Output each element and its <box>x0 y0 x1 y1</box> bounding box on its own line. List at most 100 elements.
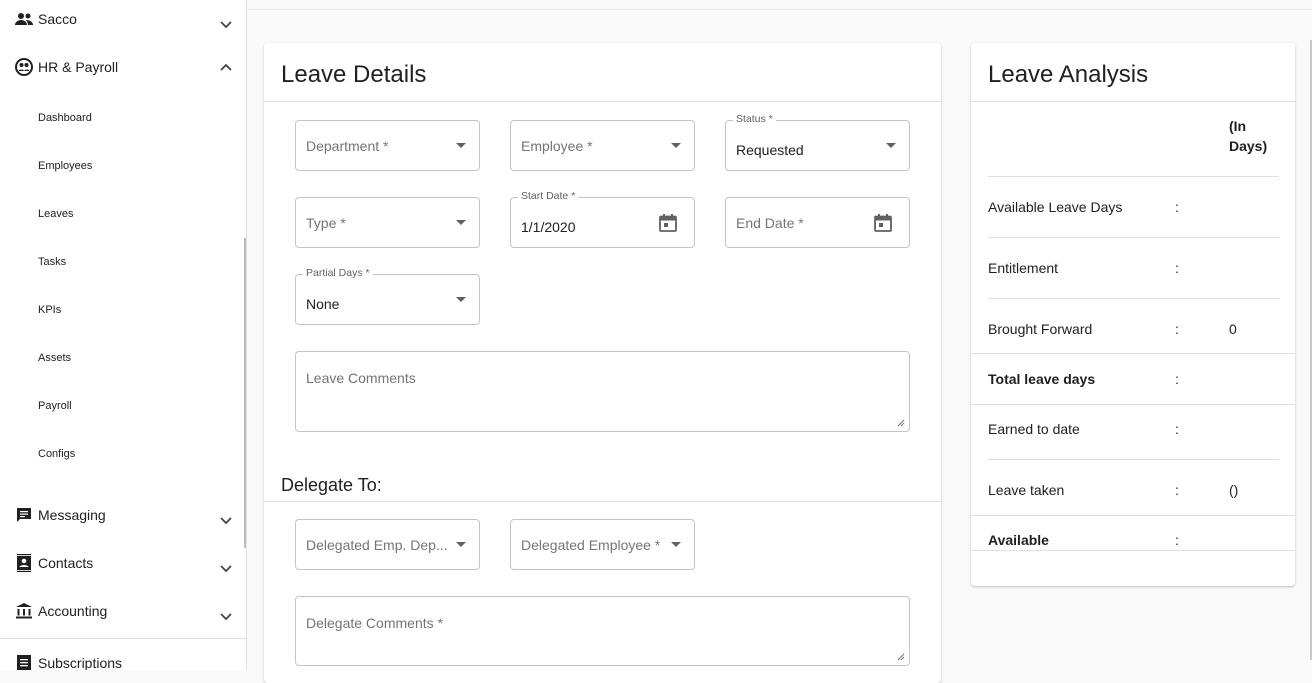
calendar-icon[interactable] <box>658 213 678 233</box>
partial-days-value: None <box>306 296 340 312</box>
contacts-icon <box>15 554 33 572</box>
delegated-employee-select[interactable]: Delegated Employee * <box>510 519 695 570</box>
delegated-department-placeholder: Delegated Emp. Dep... <box>306 537 448 553</box>
sidebar-item-sacco[interactable]: Sacco <box>0 0 246 43</box>
status-label: Status * <box>733 113 776 125</box>
divider <box>988 459 1279 460</box>
analysis-row-label: Total leave days <box>988 371 1096 387</box>
analysis-row-label: Brought Forward <box>988 321 1093 337</box>
leave-comments-placeholder: Leave Comments <box>306 370 416 386</box>
delegate-comments-placeholder: Delegate Comments * <box>306 615 443 631</box>
employee-select[interactable]: Employee * <box>510 120 695 171</box>
chevron-down-icon[interactable] <box>218 17 234 33</box>
caret-down-icon <box>456 143 466 148</box>
analysis-row-colon: : <box>1175 421 1179 437</box>
sidebar-item-subscriptions[interactable]: Subscriptions <box>0 639 246 670</box>
leave-analysis-card: Leave Analysis (In Days) Available Leave… <box>971 43 1295 586</box>
sidebar-item-label: Accounting <box>38 603 108 619</box>
divider <box>971 550 1295 551</box>
top-bar <box>248 0 1312 10</box>
sidebar-item-tasks[interactable]: Tasks <box>38 252 66 272</box>
department-select[interactable]: Department * <box>295 120 480 171</box>
sidebar-item-leaves[interactable]: Leaves <box>38 204 73 224</box>
sidebar-item-messaging[interactable]: Messaging <box>0 491 246 539</box>
sidebar-item-configs[interactable]: Configs <box>38 444 75 464</box>
start-date-field[interactable]: Start Date * 1/1/2020 <box>510 190 695 248</box>
divider <box>971 353 1295 354</box>
sidebar-item-assets[interactable]: Assets <box>38 348 71 368</box>
divider <box>971 101 1295 102</box>
caret-down-icon <box>886 143 896 148</box>
sidebar-item-kpis[interactable]: KPIs <box>38 300 61 320</box>
analysis-row-colon: : <box>1175 371 1179 387</box>
status-select[interactable]: Status * Requested <box>725 113 910 171</box>
divider <box>264 501 941 502</box>
divider <box>971 404 1295 405</box>
divider <box>971 515 1295 516</box>
analysis-row-label: Leave taken <box>988 482 1065 498</box>
end-date-placeholder: End Date * <box>736 215 804 231</box>
caret-down-icon <box>456 542 466 547</box>
caret-down-icon <box>671 143 681 148</box>
sidebar-item-employees[interactable]: Employees <box>38 156 92 176</box>
sidebar-item-label: Subscriptions <box>38 655 123 670</box>
chevron-up-icon[interactable] <box>218 59 234 75</box>
sidebar-item-contacts[interactable]: Contacts <box>0 539 246 587</box>
caret-down-icon <box>456 220 466 225</box>
type-select[interactable]: Type * <box>295 197 480 248</box>
sidebar-item-accounting[interactable]: Accounting <box>0 587 246 635</box>
delegate-comments-textarea[interactable]: Delegate Comments * <box>295 596 910 666</box>
analysis-row-label: Available <box>988 532 1049 548</box>
delegated-department-select[interactable]: Delegated Emp. Dep... <box>295 519 480 570</box>
start-date-value: 1/1/2020 <box>521 219 576 235</box>
employee-placeholder: Employee * <box>521 138 593 154</box>
analysis-row-colon: : <box>1175 321 1179 337</box>
sidebar-item-label: Contacts <box>38 555 94 571</box>
divider <box>988 298 1279 299</box>
chevron-down-icon[interactable] <box>218 609 234 625</box>
end-date-field[interactable]: End Date * <box>725 197 910 248</box>
caret-down-icon <box>671 542 681 547</box>
divider <box>264 101 941 102</box>
list-icon <box>15 654 33 670</box>
resize-grip-icon[interactable] <box>897 419 905 427</box>
page-title: Leave Details <box>281 61 427 88</box>
department-placeholder: Department * <box>306 138 389 154</box>
unit-header: (In Days) <box>1229 118 1268 154</box>
sidebar-item-label: HR & Payroll <box>38 59 119 75</box>
chevron-down-icon[interactable] <box>218 561 234 577</box>
partial-days-label: Partial Days * <box>303 267 373 279</box>
resize-grip-icon[interactable] <box>897 653 905 661</box>
leave-comments-textarea[interactable]: Leave Comments <box>295 351 910 432</box>
bank-icon <box>15 602 33 620</box>
analysis-row-colon: : <box>1175 482 1179 498</box>
analysis-row-label: Entitlement <box>988 260 1059 276</box>
chevron-down-icon[interactable] <box>218 513 234 529</box>
partial-days-select[interactable]: Partial Days * None <box>295 267 480 325</box>
calendar-icon[interactable] <box>873 213 893 233</box>
delegate-section-title: Delegate To: <box>281 475 382 495</box>
people-icon <box>15 10 33 28</box>
analysis-row-colon: : <box>1175 532 1179 548</box>
sidebar-item-payroll[interactable]: Payroll <box>38 396 72 416</box>
analysis-row-value: () <box>1229 482 1239 498</box>
analysis-row-label: Available Leave Days <box>988 199 1123 215</box>
sidebar: Sacco HR & Payroll Dashboard Employees L… <box>0 0 247 670</box>
analysis-title: Leave Analysis <box>988 61 1149 88</box>
analysis-row-colon: : <box>1175 199 1179 215</box>
analysis-row-colon: : <box>1175 260 1179 276</box>
divider <box>988 237 1279 238</box>
leave-details-card: Leave Details Department * Employee * St… <box>264 43 941 683</box>
sidebar-scrollbar[interactable] <box>244 238 246 548</box>
divider <box>988 176 1279 177</box>
start-date-label: Start Date * <box>518 190 579 202</box>
analysis-row-label: Earned to date <box>988 421 1080 437</box>
delegated-employee-placeholder: Delegated Employee * <box>521 537 661 553</box>
sidebar-item-label: Messaging <box>38 507 106 523</box>
analysis-row-value: 0 <box>1229 321 1237 337</box>
sidebar-item-hr-payroll[interactable]: HR & Payroll <box>0 43 246 91</box>
hr-icon <box>15 58 33 76</box>
type-placeholder: Type * <box>306 215 346 231</box>
message-icon <box>15 506 33 524</box>
sidebar-item-dashboard[interactable]: Dashboard <box>38 108 92 128</box>
